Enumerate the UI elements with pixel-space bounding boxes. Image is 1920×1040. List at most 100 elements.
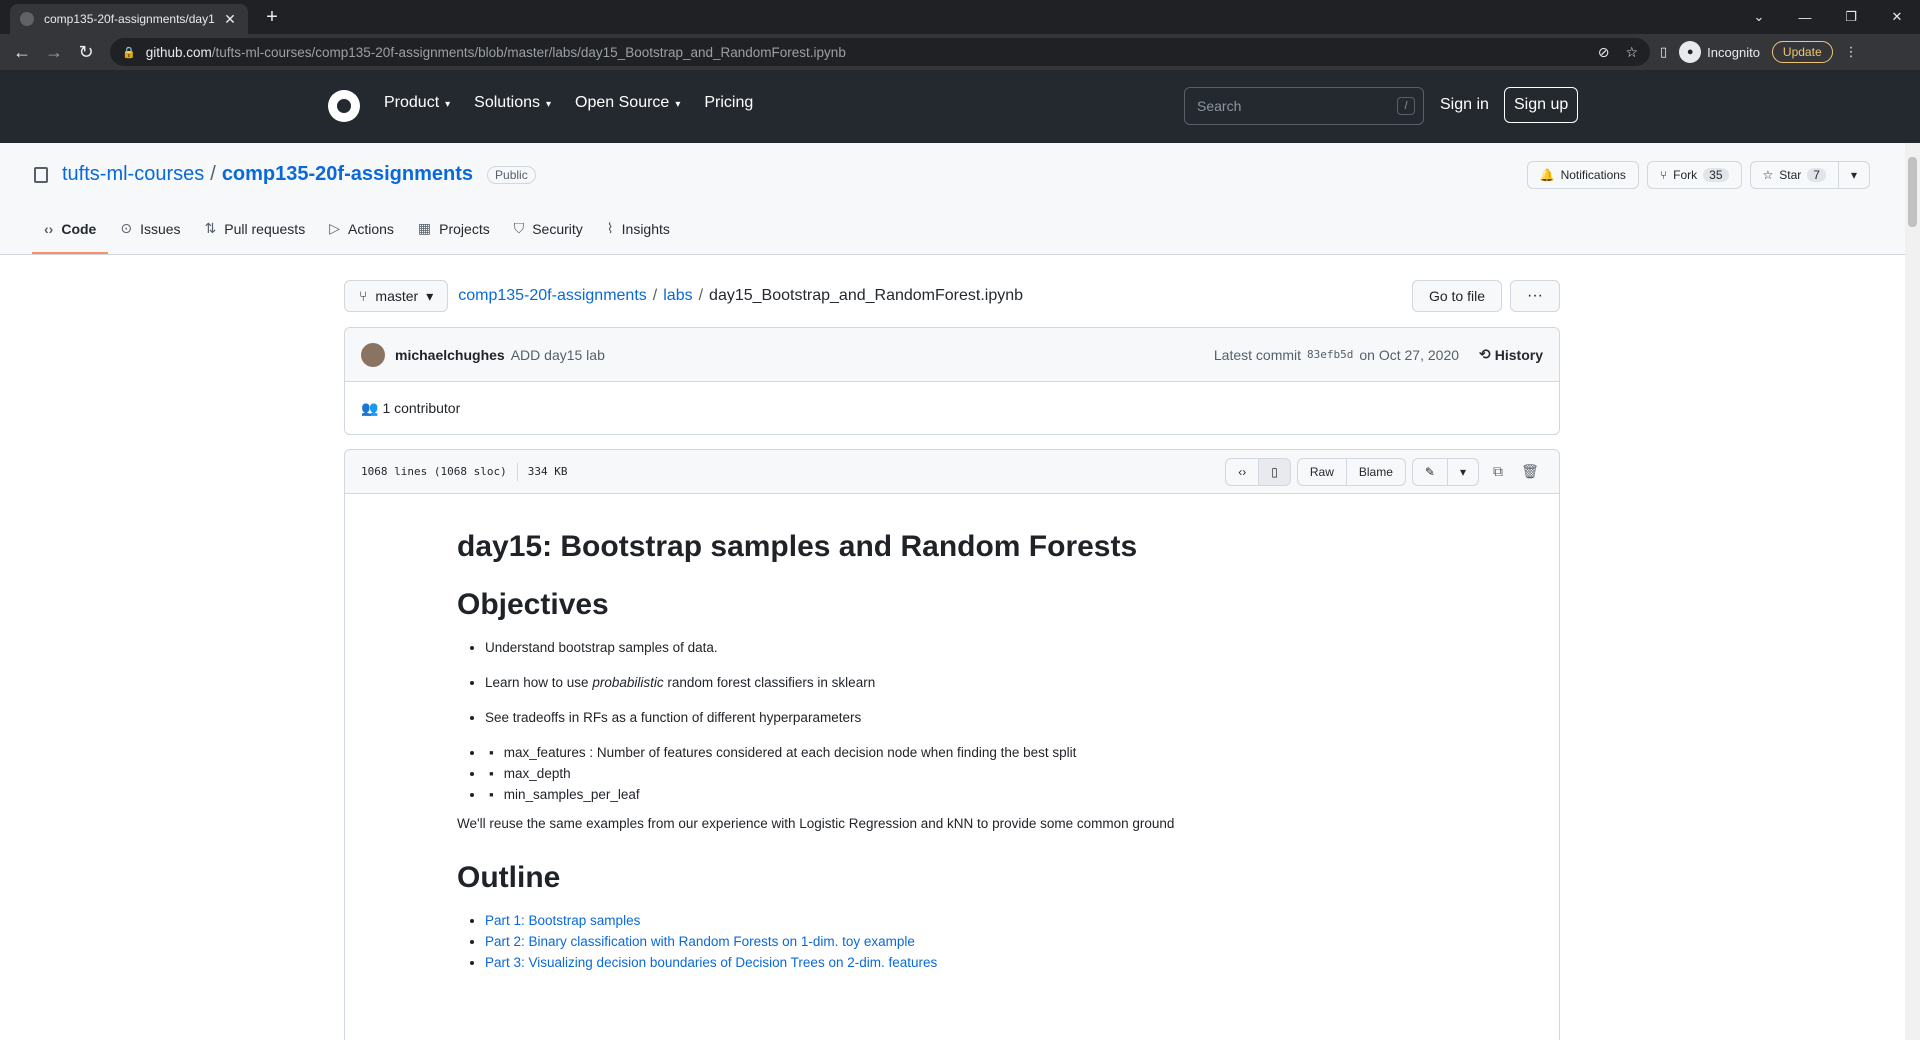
breadcrumb-repo-link[interactable]: comp135-20f-assignments — [458, 287, 647, 305]
breadcrumb-dir-link[interactable]: labs — [663, 287, 692, 305]
history-icon: ⟲ — [1479, 346, 1491, 362]
outline-link[interactable]: Part 1: Bootstrap samples — [485, 913, 640, 928]
latest-commit-label: Latest commit — [1213, 346, 1302, 363]
go-to-file-button[interactable]: Go to file — [1411, 280, 1502, 312]
raw-button[interactable]: Raw — [1296, 457, 1347, 486]
list-item: max_features : Number of features consid… — [485, 745, 1447, 760]
commit-author[interactable]: michaelchughes — [395, 347, 505, 363]
page-scrollbar[interactable] — [1905, 143, 1920, 1040]
tab-security[interactable]: ⛉ Security — [502, 220, 595, 254]
reuse-paragraph: We'll reuse the same examples from our e… — [457, 816, 1175, 831]
copy-icon[interactable]: ⧉ — [1485, 458, 1511, 486]
more-options-icon[interactable]: ··· — [1510, 280, 1560, 312]
tab-search-icon[interactable]: ⌄ — [1736, 0, 1782, 34]
history-link[interactable]: ⟲ History — [1479, 346, 1543, 363]
people-icon: 👥 — [361, 399, 379, 416]
star-button[interactable]: ☆ Star 7 — [1749, 161, 1839, 189]
browser-menu-icon[interactable]: ⋮ — [1845, 44, 1858, 60]
avatar[interactable] — [361, 342, 385, 367]
minimize-icon[interactable]: — — [1782, 0, 1828, 34]
graph-icon: ⌇ — [606, 220, 614, 236]
browser-toolbar: ← → ↻ 🔒 github.com /tufts-ml-courses/com… — [0, 34, 1920, 70]
path-separator: / — [210, 163, 216, 185]
contributors-row[interactable]: 👥 1 contributor — [345, 382, 1559, 434]
star-dropdown-button[interactable]: ▾ — [1838, 161, 1870, 189]
nav-pricing[interactable]: Pricing — [704, 94, 753, 112]
github-nav: Product ▾ Solutions ▾ Open Source ▾ Pricing — [384, 94, 753, 112]
objectives-heading: Objectives — [457, 588, 609, 621]
tab-issues[interactable]: ⊙ Issues — [108, 220, 192, 254]
commit-message[interactable]: ADD day15 lab — [511, 347, 605, 363]
source-view-icon[interactable]: ‹› — [1225, 457, 1260, 486]
restore-icon[interactable]: ❐ — [1828, 0, 1874, 34]
file-header: 1068 lines (1068 sloc) 334 KB ‹› ▯ Raw B… — [345, 450, 1559, 494]
back-icon[interactable]: ← — [8, 38, 36, 66]
contributors-count: 1 contributor — [382, 400, 461, 416]
star-icon: ☆ — [1762, 168, 1774, 182]
close-window-icon[interactable]: ✕ — [1874, 0, 1920, 34]
nav-open-source[interactable]: Open Source ▾ — [575, 94, 680, 112]
repo-name-link[interactable]: comp135-20f-assignments — [222, 163, 473, 186]
shield-icon: ⛉ — [513, 220, 525, 236]
tab-pull-requests[interactable]: ⇅ Pull requests — [193, 220, 318, 254]
branch-select-button[interactable]: ⑂ master ▾ — [344, 280, 449, 312]
tab-actions[interactable]: ▷ Actions — [317, 220, 406, 254]
bookmark-star-icon[interactable]: ☆ — [1625, 44, 1638, 61]
nav-solutions[interactable]: Solutions ▾ — [474, 94, 551, 112]
pull-request-icon: ⇅ — [204, 220, 217, 236]
view-toggle: ‹› ▯ — [1225, 457, 1291, 486]
incognito-indicator[interactable]: ● Incognito — [1679, 41, 1760, 63]
commit-sha[interactable]: 83efb5d — [1307, 348, 1353, 361]
outline-list: Part 1: Bootstrap samples Part 2: Binary… — [485, 913, 1447, 970]
visibility-badge: Public — [487, 165, 536, 184]
edit-group: ✎ ▾ — [1411, 457, 1479, 486]
scrollbar-thumb[interactable] — [1908, 157, 1917, 227]
list-item: max_depth — [485, 766, 1447, 781]
tab-projects[interactable]: ▦ Projects — [406, 220, 502, 254]
sign-in-link[interactable]: Sign in — [1440, 96, 1489, 114]
notifications-button[interactable]: 🔔 Notifications — [1526, 161, 1639, 189]
sign-up-button[interactable]: Sign up — [1504, 87, 1579, 123]
outline-link[interactable]: Part 2: Binary classification with Rando… — [485, 934, 915, 949]
repo-owner-link[interactable]: tufts-ml-courses — [62, 163, 204, 186]
outline-link[interactable]: Part 3: Visualizing decision boundaries … — [485, 955, 937, 970]
address-bar[interactable]: 🔒 github.com /tufts-ml-courses/comp135-2… — [110, 38, 1650, 66]
tab-title: comp135-20f-assignments/day1 — [44, 12, 215, 26]
reload-icon[interactable]: ↻ — [72, 38, 100, 66]
new-tab-icon[interactable]: + — [260, 6, 284, 29]
star-label: Star — [1779, 168, 1802, 182]
search-input[interactable]: Search / — [1184, 87, 1424, 125]
url-path: /tufts-ml-courses/comp135-20f-assignment… — [211, 44, 846, 60]
raw-blame-group: Raw Blame — [1296, 457, 1406, 486]
trash-icon[interactable]: 🗑 — [1517, 458, 1543, 486]
chevron-down-icon: ▾ — [546, 99, 552, 110]
breadcrumb-file: day15_Bootstrap_and_RandomForest.ipynb — [709, 287, 1024, 304]
forward-icon[interactable]: → — [40, 38, 68, 66]
table-icon: ▦ — [417, 220, 432, 236]
breadcrumb-separator: / — [698, 287, 704, 304]
rendered-view-icon[interactable]: ▯ — [1259, 457, 1291, 486]
objectives-list: Understand bootstrap samples of data. Le… — [485, 640, 1447, 725]
side-panel-icon[interactable]: ▯ — [1660, 44, 1667, 60]
github-header: Product ▾ Solutions ▾ Open Source ▾ Pricing… — [0, 70, 1920, 143]
update-button[interactable]: Update — [1771, 41, 1833, 63]
repo-title: tufts-ml-courses / comp135-20f-assignmen… — [34, 163, 536, 186]
incognito-label: Incognito — [1707, 44, 1760, 60]
blame-button[interactable]: Blame — [1346, 457, 1406, 486]
notebook-render: day15: Bootstrap samples and Random Fore… — [345, 494, 1559, 1012]
pencil-icon[interactable]: ✎ — [1411, 457, 1448, 486]
tab-code[interactable]: ‹› Code — [32, 220, 109, 254]
file-viewer: 1068 lines (1068 sloc) 334 KB ‹› ▯ Raw B… — [344, 449, 1560, 1040]
fork-button[interactable]: ⑂ Fork 35 — [1646, 161, 1742, 189]
nav-product[interactable]: Product ▾ — [384, 94, 450, 112]
fork-icon: ⑂ — [1659, 168, 1668, 182]
window-controls: ⌄ — ❐ ✕ — [1736, 0, 1920, 34]
eye-off-icon[interactable]: ⊘ — [1598, 44, 1610, 61]
browser-tab[interactable]: comp135-20f-assignments/day1 ✕ — [10, 4, 248, 34]
tab-insights[interactable]: ⌇ Insights — [595, 220, 682, 254]
github-logo-icon[interactable] — [328, 90, 360, 122]
chevron-down-icon[interactable]: ▾ — [1447, 457, 1479, 486]
close-tab-icon[interactable]: ✕ — [222, 11, 238, 28]
star-count: 7 — [1807, 168, 1826, 182]
incognito-icon: ● — [1679, 41, 1702, 63]
